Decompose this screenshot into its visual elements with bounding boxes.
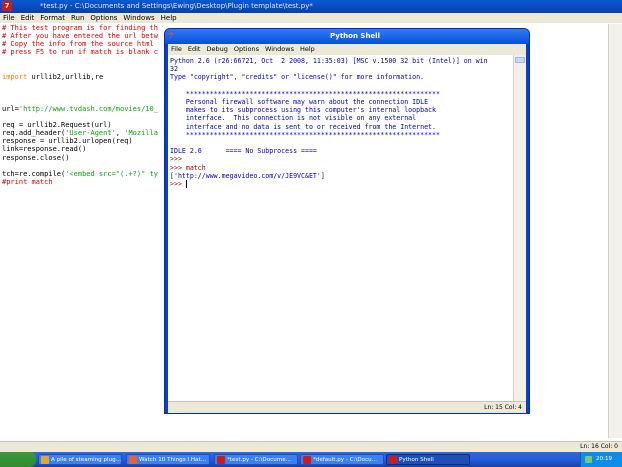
editor-menu-help[interactable]: Help	[158, 13, 180, 23]
shell-statusbar: Ln: 15 Col: 4	[168, 401, 526, 413]
shell-cursor-position: Ln: 15 Col: 4	[484, 404, 522, 411]
editor-menu-run[interactable]: Run	[68, 13, 87, 23]
shell-line-text: interface and no data is sent to or rece…	[170, 122, 436, 131]
idle-app-icon: 7	[2, 1, 12, 11]
shell-line-text: >>> match	[170, 163, 206, 172]
taskbar-item-label: *test.py - C:\Docume...	[227, 457, 292, 463]
shell-line: ****************************************…	[170, 90, 512, 98]
taskbar-item[interactable]: Watch 10 Things I Hat...	[126, 454, 210, 465]
shell-line-text: ****************************************…	[170, 89, 440, 98]
editor-menubar: File Edit Format Run Options Windows Help	[0, 13, 622, 23]
shell-line-text: Personal firewall software may warn abou…	[170, 98, 429, 107]
taskbar-item[interactable]: Python Shell	[386, 454, 470, 465]
shell-line: 32	[170, 65, 512, 73]
shell-line: >>>	[170, 180, 512, 189]
shell-menu-options[interactable]: Options	[231, 44, 262, 55]
taskbar-clock[interactable]: 20:19	[596, 452, 612, 467]
shell-line: makes to its subprocess using this compu…	[170, 106, 512, 114]
shell-line: >>> match	[170, 164, 512, 172]
shell-line-text: >>>	[170, 155, 186, 164]
taskbar-item-label: Python Shell	[399, 457, 434, 463]
shell-menubar: File Edit Debug Options Windows Help	[168, 44, 526, 55]
editor-scrollbar[interactable]	[608, 24, 622, 438]
shell-line: ['http://www.megavideo.com/v/JE9VC&ET']	[170, 172, 512, 180]
taskbar-item-label: *default.py - C:\Docu...	[313, 457, 378, 463]
shell-output[interactable]: Python 2.6 (r26:66721, Oct 2 2008, 11:35…	[170, 57, 512, 189]
shell-menu-edit[interactable]: Edit	[185, 44, 204, 55]
shell-line-text: makes to its subprocess using this compu…	[170, 106, 436, 115]
taskbar-item[interactable]: *test.py - C:\Docume...	[214, 454, 298, 465]
shell-scrollbar[interactable]	[513, 55, 526, 401]
editor-menu-edit[interactable]: Edit	[18, 13, 38, 23]
shell-line: ****************************************…	[170, 131, 512, 139]
taskbar: A pile of steaming plug... Watch 10 Thing…	[0, 452, 622, 467]
taskbar-item-label: A pile of steaming plug...	[51, 457, 122, 463]
system-tray: 20:19	[580, 452, 622, 467]
shell-line: interface. This connection is not visibl…	[170, 114, 512, 122]
shell-line: >>>	[170, 155, 512, 163]
shell-menu-windows[interactable]: Windows	[262, 44, 297, 55]
editor-menu-format[interactable]: Format	[37, 13, 68, 23]
shell-line-text: 32	[170, 65, 178, 74]
shell-line: interface and no data is sent to or rece…	[170, 123, 512, 131]
editor-menu-file[interactable]: File	[0, 13, 18, 23]
taskbar-app-icon	[389, 456, 397, 464]
python-shell-window[interactable]: 7 Python Shell File Edit Debug Options Windo…	[164, 28, 530, 414]
text-cursor	[185, 180, 187, 189]
shell-scrollbar-thumb[interactable]	[515, 57, 525, 63]
shell-line-text: ****************************************…	[170, 130, 440, 139]
editor-menu-windows[interactable]: Windows	[120, 13, 157, 23]
idle-app-icon: 7	[168, 31, 174, 41]
editor-statusbar: Ln: 16 Col: 0	[0, 441, 622, 452]
taskbar-item[interactable]: A pile of steaming plug...	[38, 454, 122, 465]
shell-line-text: Type "copyright", "credits" or "license(…	[170, 73, 425, 82]
shell-title: Python Shell	[330, 32, 380, 40]
shell-line: Python 2.6 (r26:66721, Oct 2 2008, 11:35…	[170, 57, 512, 65]
shell-menu-file[interactable]: File	[168, 44, 185, 55]
taskbar-app-icon	[41, 456, 49, 464]
shell-line: Type "copyright", "credits" or "license(…	[170, 73, 512, 81]
start-button[interactable]	[0, 452, 36, 467]
shell-line-text: ['http://www.megavideo.com/v/JE9VC&ET']	[170, 171, 325, 180]
editor-title: *test.py - C:\Documents and Settings\Ewi…	[40, 2, 313, 10]
shell-line-text: IDLE 2.6 ==== No Subprocess ====	[170, 147, 317, 156]
shell-line-text: Python 2.6 (r26:66721, Oct 2 2008, 11:35…	[170, 57, 488, 65]
shell-line: Personal firewall software may warn abou…	[170, 98, 512, 106]
taskbar-item-label: Watch 10 Things I Hat...	[139, 457, 206, 463]
taskbar-app-icon	[217, 456, 225, 464]
taskbar-app-icon	[129, 456, 137, 464]
shell-menu-debug[interactable]: Debug	[203, 44, 230, 55]
shell-line: IDLE 2.6 ==== No Subprocess ====	[170, 147, 512, 155]
shell-line-text: interface. This connection is not visibl…	[170, 114, 417, 123]
tray-network-icon[interactable]	[585, 456, 592, 463]
shell-line-text: >>>	[170, 180, 186, 189]
shell-menu-help[interactable]: Help	[297, 44, 318, 55]
editor-titlebar[interactable]: 7 *test.py - C:\Documents and Settings\E…	[0, 0, 622, 13]
shell-titlebar[interactable]: 7 Python Shell	[165, 29, 529, 44]
shell-text-area[interactable]: Python 2.6 (r26:66721, Oct 2 2008, 11:35…	[168, 55, 513, 401]
taskbar-item[interactable]: *default.py - C:\Docu...	[300, 454, 384, 465]
editor-menu-options[interactable]: Options	[87, 13, 120, 23]
taskbar-app-icon	[303, 456, 311, 464]
editor-cursor-position: Ln: 16 Col: 0	[580, 443, 618, 450]
